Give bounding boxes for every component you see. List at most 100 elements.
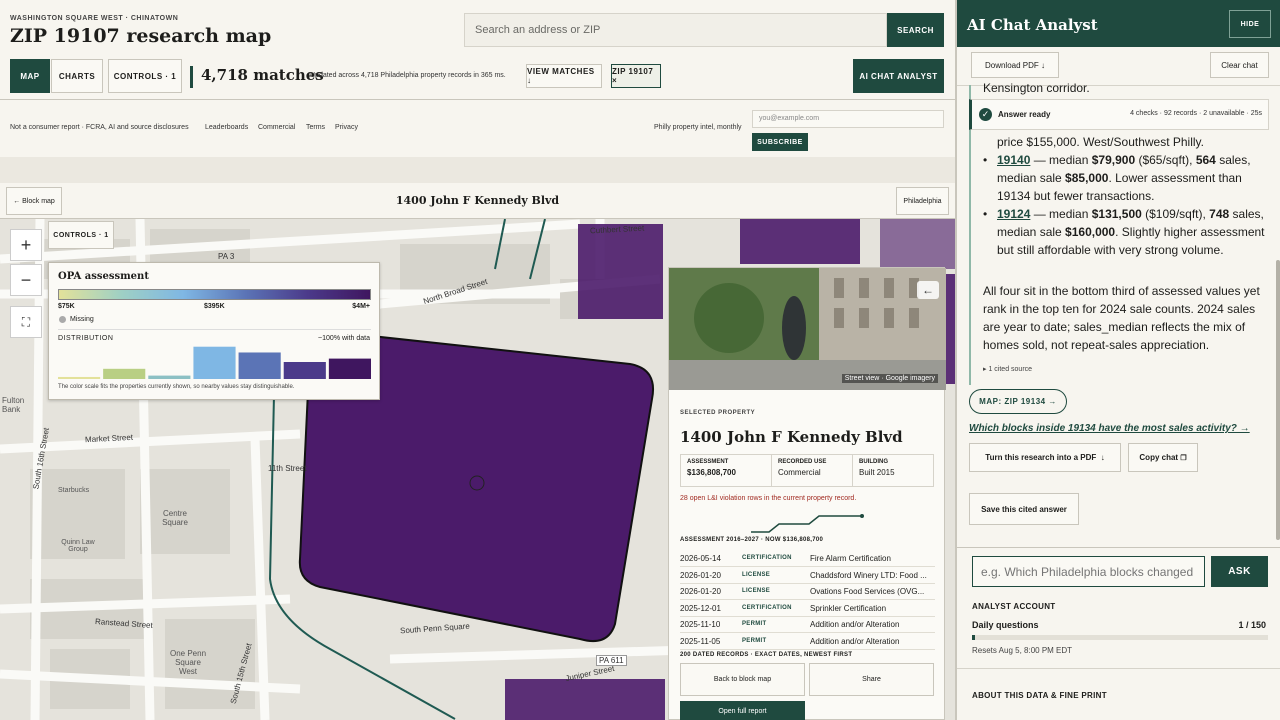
open-full-report-button[interactable]: Open full report: [680, 701, 805, 720]
download-icon: ↓: [1041, 60, 1046, 70]
stat-label: ASSESSMENT: [687, 459, 729, 465]
record-type: PERMIT: [742, 621, 767, 627]
footer-link-leaderboards[interactable]: Leaderboards: [205, 124, 248, 131]
turn-into-pdf-button[interactable]: Turn this research into a PDF ↓: [969, 443, 1121, 472]
about-data-link[interactable]: ABOUT THIS DATA & FINE PRINT: [972, 691, 1107, 700]
tab-map[interactable]: MAP: [10, 59, 50, 93]
map-controls-chip[interactable]: CONTROLS · 1: [48, 221, 114, 249]
tab-charts[interactable]: CHARTS: [51, 59, 103, 93]
legend-min: $75K: [58, 303, 75, 310]
assessment-history-label: ASSESSMENT 2016–2027 · NOW $136,808,700: [680, 537, 824, 543]
bullet: •: [983, 153, 988, 167]
li-median: $131,500: [1091, 207, 1142, 221]
legend-panel: OPA assessment $75K $395K $4M+ Missing D…: [48, 262, 380, 400]
record-date: 2026-01-20: [680, 587, 721, 596]
li-sales: 564: [1195, 153, 1216, 167]
download-pdf-button[interactable]: Download PDF ↓: [971, 52, 1059, 78]
ask-button[interactable]: ASK: [1211, 556, 1268, 587]
plus-icon: +: [20, 234, 32, 255]
assessment-sparkline: [751, 514, 864, 533]
zip-link-19140[interactable]: 19140: [997, 153, 1030, 167]
answer-list-item-19140: • 19140 — median $79,900 ($65/sqft), 564…: [983, 151, 1273, 205]
view-matches-button[interactable]: VIEW MATCHES ↓: [526, 64, 602, 88]
map-label-quinn-law: Quinn Law Group: [61, 539, 95, 553]
chat-scrollbar[interactable]: [1276, 260, 1280, 540]
check-icon: ✓: [979, 108, 992, 121]
daily-questions-count: 1 / 150: [1238, 620, 1266, 630]
li-median: $79,900: [1091, 153, 1136, 167]
share-button[interactable]: Share: [809, 663, 934, 696]
save-cited-answer-button[interactable]: Save this cited answer: [969, 493, 1079, 525]
photo-back-arrow-icon[interactable]: ←: [917, 281, 939, 299]
city-chip[interactable]: Philadelphia: [896, 187, 949, 215]
hide-chat-button[interactable]: HIDE: [1229, 10, 1271, 38]
stat-label: RECORDED USE: [778, 459, 827, 465]
violation-notice: 28 open L&I violation rows in the curren…: [680, 495, 857, 502]
li-text: — median: [1030, 153, 1092, 167]
zip-link-19124[interactable]: 19124: [997, 207, 1030, 221]
record-row[interactable]: 2026-01-20 LICENSE Chaddsford Winery LTD: …: [680, 568, 935, 584]
li-median-sale: $85,000: [1065, 171, 1109, 185]
subscribe-button[interactable]: SUBSCRIBE: [752, 133, 808, 151]
map-label-pa611: PA 611: [596, 655, 627, 666]
clear-chat-button[interactable]: Clear chat: [1210, 52, 1269, 78]
record-row[interactable]: 2026-01-20 LICENSE Ovations Food Services …: [680, 584, 935, 600]
footer-link-commercial[interactable]: Commercial: [258, 124, 295, 131]
answer-list-item-19124: • 19124 — median $131,500 ($109/sqft), 7…: [983, 205, 1273, 259]
zoom-in-button[interactable]: +: [10, 229, 42, 261]
newsletter-email-input[interactable]: you@example.com: [752, 110, 944, 128]
record-row[interactable]: 2025-11-05 PERMIT Addition and/or Alterati…: [680, 634, 935, 650]
footer-link-privacy[interactable]: Privacy: [335, 124, 358, 131]
record-date: 2026-05-14: [680, 554, 721, 563]
record-date: 2026-01-20: [680, 570, 721, 580]
legend-note: The color scale fits the properties curr…: [58, 384, 295, 390]
record-row[interactable]: 2026-05-14 CERTIFICATION Fire Alarm Certif…: [680, 551, 935, 567]
li-text: ($109/sqft),: [1141, 207, 1210, 221]
copy-chat-button[interactable]: Copy chat ❐: [1128, 443, 1198, 472]
stat-value: Commercial: [778, 468, 821, 477]
record-row[interactable]: 2025-12-01 CERTIFICATION Sprinkler Certifi…: [680, 601, 935, 617]
map-label-starbucks: Starbucks: [58, 487, 90, 494]
stat-building: BUILDING Built 2015: [853, 455, 933, 486]
card-section-label: SELECTED PROPERTY: [680, 410, 756, 416]
record-description: Sprinkler Certification: [810, 603, 887, 613]
chat-question-input[interactable]: [972, 556, 1205, 587]
chat-text-price: price $155,000. West/Southwest Philly.: [997, 135, 1204, 149]
followup-question-link[interactable]: Which blocks inside 19134 have the most …: [969, 423, 1250, 434]
match-count: 4,718 matches: [190, 66, 324, 88]
ai-chat-button[interactable]: AI CHAT ANALYST: [853, 59, 944, 93]
copy-chat-label: Copy chat: [1139, 453, 1179, 462]
tab-controls[interactable]: CONTROLS · 1: [108, 59, 182, 93]
stats-grid: ASSESSMENT $136,808,700 RECORDED USE Comme…: [680, 454, 934, 487]
fullscreen-icon: ⛶: [21, 314, 31, 329]
chat-header: AI Chat Analyst HIDE: [957, 0, 1280, 47]
map-zip-chip[interactable]: MAP: ZIP 19134 →: [969, 389, 1067, 414]
legend-gradient: [58, 289, 371, 300]
zoom-out-button[interactable]: −: [10, 264, 42, 296]
with-data-label: ~100% with data: [318, 335, 370, 342]
map-label-fulton-bank: Fulton Bank: [2, 396, 25, 414]
daily-questions-label: Daily questions: [972, 620, 1039, 630]
distribution-bar: [58, 376, 101, 379]
footer-link-terms[interactable]: Terms: [306, 124, 325, 131]
distribution-bar: [193, 346, 236, 379]
distribution-label: DISTRIBUTION: [58, 335, 114, 342]
record-type: CERTIFICATION: [742, 555, 792, 561]
cited-source-toggle[interactable]: ▸ 1 cited source: [983, 365, 1032, 373]
map-label-one-penn-square: One Penn Square West: [169, 649, 207, 676]
chat-panel: AI Chat Analyst HIDE Download PDF ↓ Clea…: [955, 0, 1280, 720]
search-button[interactable]: SEARCH: [887, 13, 944, 47]
li-median-sale: $160,000: [1065, 225, 1116, 239]
answer-status-bar: ✓ Answer ready 4 checks · 92 records · 2…: [969, 99, 1269, 130]
li-text: ($65/sqft),: [1135, 153, 1196, 167]
footer-link-disclosures[interactable]: Not a consumer report · FCRA, AI and sou…: [10, 124, 189, 131]
zip-filter-chip[interactable]: ZIP 19107 ×: [611, 64, 661, 88]
back-to-block-map-card-button[interactable]: Back to block map: [680, 663, 805, 696]
fullscreen-button[interactable]: ⛶: [10, 306, 42, 338]
search-input[interactable]: Search an address or ZIP: [464, 13, 887, 47]
record-row[interactable]: 2025-11-10 PERMIT Addition and/or Alterati…: [680, 617, 935, 633]
copy-icon: ❐: [1180, 454, 1187, 462]
record-date: 2025-11-05: [680, 636, 721, 646]
distribution-bar: [238, 352, 281, 379]
card-address: 1400 John F Kennedy Blvd: [680, 428, 903, 446]
